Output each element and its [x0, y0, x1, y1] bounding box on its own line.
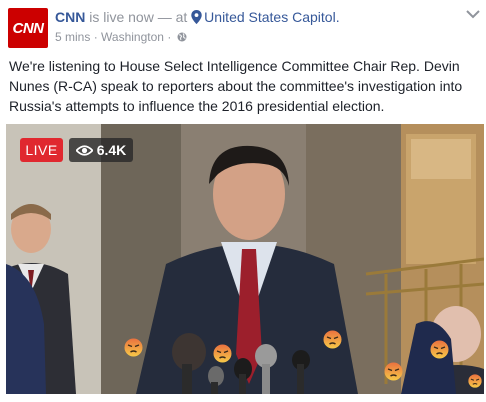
- live-badge: LIVE: [20, 138, 63, 162]
- facebook-post: CNN CNN is live now — at United States C…: [0, 0, 486, 402]
- eye-icon: [75, 144, 93, 156]
- timestamp-link[interactable]: 5 mins: [55, 30, 90, 44]
- angry-reaction-icon: [124, 338, 143, 357]
- angry-reaction-icon: [384, 362, 403, 381]
- location-link[interactable]: United States Capitol.: [204, 9, 339, 25]
- post-meta: 5 mins · Washington ·: [55, 30, 187, 44]
- page-avatar[interactable]: CNN: [8, 8, 48, 48]
- post-header: CNN is live now — at United States Capit…: [55, 9, 340, 25]
- angry-reaction-icon: [468, 374, 482, 388]
- live-video-player[interactable]: LIVE 6.4K: [6, 124, 484, 394]
- angry-reaction-icon: [323, 330, 342, 349]
- post-message: We're listening to House Select Intellig…: [9, 58, 463, 114]
- video-frame: [6, 124, 484, 394]
- meta-separator: ·: [93, 30, 98, 44]
- page-name-link[interactable]: CNN: [55, 9, 85, 25]
- viewer-count-badge: 6.4K: [69, 138, 133, 162]
- angry-reaction-icon: [430, 340, 449, 359]
- angry-reaction-icon: [213, 344, 232, 363]
- location-pin-icon: [191, 10, 202, 24]
- viewer-count: 6.4K: [96, 142, 127, 158]
- avatar-logo-text: CNN: [12, 19, 45, 37]
- globe-icon[interactable]: [177, 32, 187, 42]
- chevron-down-icon[interactable]: [466, 9, 480, 19]
- meta-separator: ·: [167, 30, 172, 44]
- place-text: Washington: [101, 30, 164, 44]
- live-status-text: is live now — at: [85, 9, 192, 25]
